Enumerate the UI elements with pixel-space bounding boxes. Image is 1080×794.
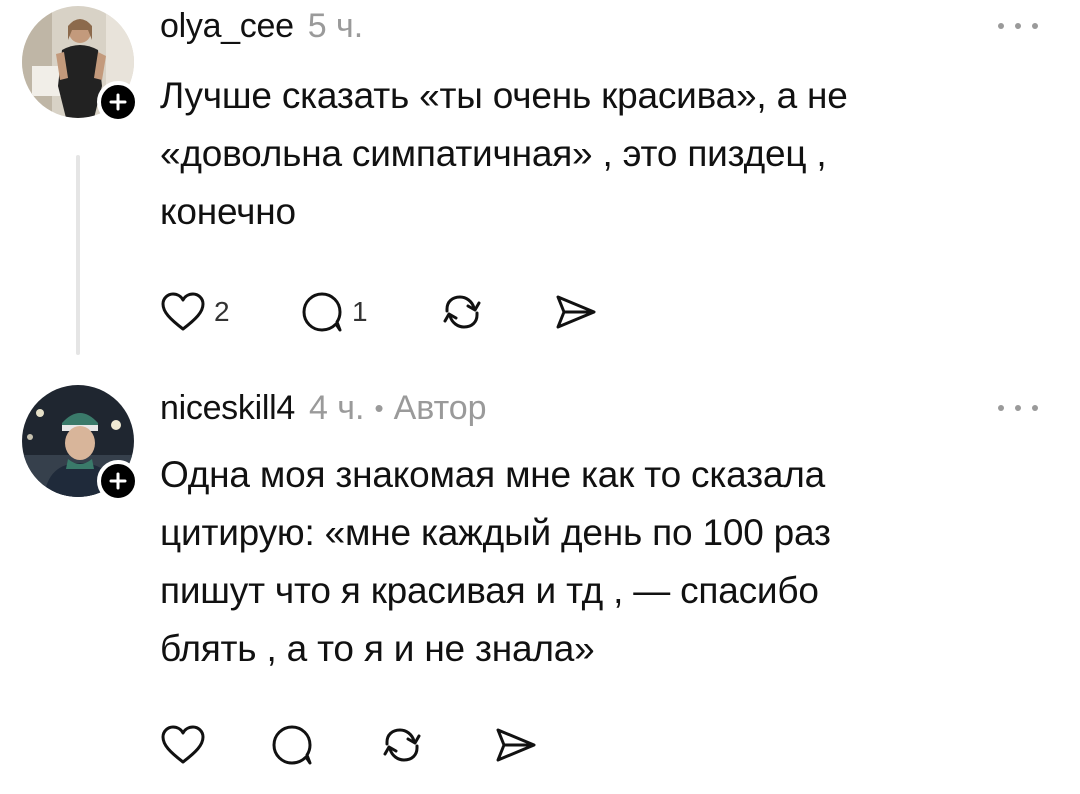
send-icon	[496, 728, 536, 762]
comment-text-line: цитирую: «мне каждый день по 100 раз	[160, 512, 831, 553]
timestamp: 5 ч.	[307, 7, 364, 45]
more-options-button[interactable]	[996, 386, 1040, 430]
comment-text-line: Одна моя знакомая мне как то сказала	[160, 454, 825, 495]
follow-button[interactable]	[97, 460, 139, 502]
share-button[interactable]	[494, 725, 554, 765]
comment-text-line: «довольна симпатичная» , это пиздец ,	[160, 133, 827, 174]
comment-icon	[272, 725, 312, 765]
avatar[interactable]	[22, 6, 139, 123]
username[interactable]: niceskill4	[160, 386, 295, 430]
follow-button[interactable]	[97, 81, 139, 123]
like-count: 2	[214, 296, 230, 327]
more-options-button[interactable]	[996, 4, 1040, 48]
timestamp: 4 ч.	[308, 389, 365, 427]
comment-header: niceskill4 4 ч. • Автор	[160, 386, 1040, 430]
reply-count: 1	[352, 296, 368, 327]
repost-button[interactable]	[380, 725, 494, 765]
action-bar: 2 1	[160, 287, 614, 337]
comment-text-line: блять , а то я и не знала»	[160, 628, 595, 669]
comment-text-line: конечно	[160, 191, 296, 232]
plus-icon	[109, 472, 127, 490]
comment-text: Лучше сказать «ты очень красива», а не «…	[160, 67, 1010, 241]
plus-icon	[109, 93, 127, 111]
like-button[interactable]: 2	[160, 291, 300, 333]
comment-item: olya_cee 5 ч. Лучше сказать «ты очень кр…	[0, 0, 1080, 370]
send-icon	[556, 295, 596, 329]
share-button[interactable]	[554, 292, 614, 332]
repost-icon	[383, 728, 421, 762]
heart-icon	[161, 292, 205, 331]
separator-dot: •	[374, 393, 384, 423]
comment-text-line: Лучше сказать «ты очень красива», а не	[160, 75, 848, 116]
more-horizontal-icon	[998, 405, 1038, 411]
like-button[interactable]	[160, 724, 270, 766]
username[interactable]: olya_cee	[160, 4, 294, 48]
comment-icon	[302, 292, 342, 332]
reply-button[interactable]	[270, 723, 380, 767]
repost-button[interactable]	[440, 292, 554, 332]
action-bar	[160, 720, 554, 770]
repost-icon	[443, 295, 481, 329]
more-horizontal-icon	[998, 23, 1038, 29]
reply-button[interactable]: 1	[300, 290, 440, 334]
comment-item: niceskill4 4 ч. • Автор Одна моя знакома…	[0, 370, 1080, 794]
comment-text: Одна моя знакомая мне как то сказала цит…	[160, 446, 1010, 678]
thread-line	[76, 155, 80, 355]
avatar[interactable]	[22, 385, 139, 502]
heart-icon	[161, 725, 205, 764]
comment-header: olya_cee 5 ч.	[160, 4, 1040, 48]
author-badge: Автор	[393, 389, 487, 427]
comment-text-line: пишут что я красивая и тд , — спасибо	[160, 570, 819, 611]
